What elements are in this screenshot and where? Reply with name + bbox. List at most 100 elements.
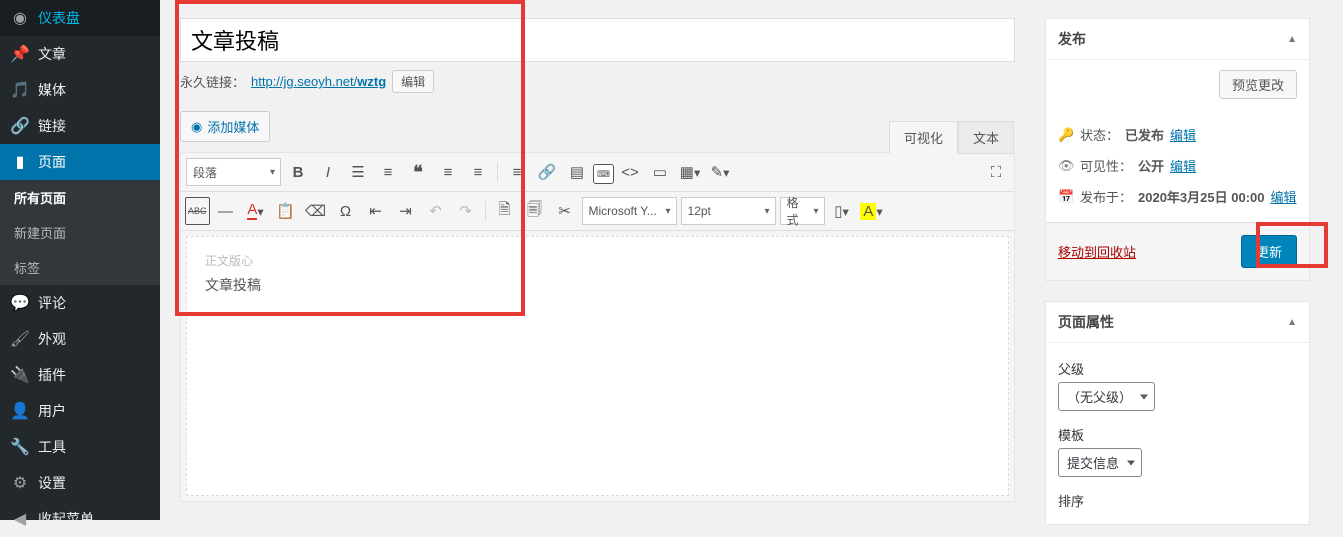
insert-more-button[interactable]: ▤ <box>563 158 591 186</box>
move-to-trash-link[interactable]: 移动到回收站 <box>1058 242 1136 261</box>
align-center-button[interactable]: ≡ <box>464 158 492 186</box>
sidebar-sub-tags[interactable]: 标签 <box>0 250 160 285</box>
comment-icon: 💬 <box>10 293 30 313</box>
box1-button[interactable]: ▭ <box>646 158 674 186</box>
redo-button[interactable]: ↷ <box>452 197 480 225</box>
preview-button[interactable]: 预览更改 <box>1219 70 1297 99</box>
plugin-icon: 🔌 <box>10 365 30 385</box>
sidebar-item-label: 文章 <box>38 44 66 64</box>
permalink-edit-button[interactable]: 编辑 <box>392 70 434 93</box>
sidebar-item-tools[interactable]: 🔧 工具 <box>0 429 160 465</box>
sidebar-item-label: 仪表盘 <box>38 8 80 28</box>
sidebar-item-label: 页面 <box>38 152 66 172</box>
italic-button[interactable]: I <box>314 158 342 186</box>
date-label: 发布于： <box>1080 187 1132 206</box>
sidebar-item-label: 链接 <box>38 116 66 136</box>
blockquote-button[interactable]: ❝ <box>404 158 432 186</box>
font-size-select[interactable]: 12pt <box>681 197 776 225</box>
table-button[interactable]: ▦▾ <box>676 158 704 186</box>
text-color-button[interactable]: A▾ <box>242 197 270 225</box>
status-label: 状态： <box>1080 125 1119 144</box>
tab-text[interactable]: 文本 <box>958 121 1014 154</box>
sidebar-item-appearance[interactable]: 🖌 外观 <box>0 321 160 357</box>
sidebar-item-posts[interactable]: 📌 文章 <box>0 36 160 72</box>
outdent-button[interactable]: ⇤ <box>362 197 390 225</box>
strikethrough-button[interactable]: ABC <box>185 197 210 225</box>
code-button[interactable]: <> <box>616 158 644 186</box>
sidebar-item-label: 插件 <box>38 365 66 385</box>
attrs-title: 页面属性 <box>1058 312 1114 332</box>
date-edit-link[interactable]: 编辑 <box>1271 187 1297 206</box>
tab-visual[interactable]: 可视化 <box>889 121 958 154</box>
undo-button[interactable]: ↶ <box>422 197 450 225</box>
toolbar-toggle-button[interactable]: ⌨ <box>593 164 614 184</box>
publish-title: 发布 <box>1058 29 1086 49</box>
copy-button[interactable]: 🗐 <box>521 197 549 225</box>
style-select[interactable]: 格式 <box>780 197 825 225</box>
toolbar-row-1: 段落 B I ☰ ≡ ❝ ≡ ≡ ≡ 🔗 ▤ ⌨ <> ▭ ▦▾ ✎▾ ⛶ <box>181 153 1014 192</box>
format-select[interactable]: 段落 <box>186 158 281 186</box>
wrench-icon: 🔧 <box>10 437 30 457</box>
number-list-button[interactable]: ≡ <box>374 158 402 186</box>
permalink-url[interactable]: http://jg.seoyh.net/wztg <box>251 74 386 89</box>
sidebar-item-pages[interactable]: ▮页面 <box>0 144 160 180</box>
pin-icon: 📌 <box>10 44 30 64</box>
post-title-input[interactable] <box>180 18 1015 62</box>
sidebar-item-dashboard[interactable]: ◉ 仪表盘 <box>0 0 160 36</box>
separator <box>485 201 486 221</box>
add-media-button[interactable]: ◉ 添加媒体 <box>180 111 270 142</box>
hr-button[interactable]: — <box>212 197 240 225</box>
collapse-icon: ◀ <box>10 509 30 529</box>
sidebar-item-comments[interactable]: 💬评论 <box>0 285 160 321</box>
indent-button[interactable]: ⇥ <box>392 197 420 225</box>
sidebar-item-label: 用户 <box>38 401 66 421</box>
special-char-button[interactable]: Ω <box>332 197 360 225</box>
update-button[interactable]: 更新 <box>1241 235 1297 268</box>
editor-placeholder: 正文版心 <box>205 252 990 269</box>
template-select[interactable]: 提交信息 <box>1058 448 1142 477</box>
side-panels: 发布▲ 预览更改 🔑状态：已发布 编辑 👁可见性：公开 编辑 📅发布于：2020… <box>1045 0 1325 525</box>
sidebar-item-label: 设置 <box>38 473 66 493</box>
visibility-value: 公开 <box>1138 156 1164 175</box>
dashboard-icon: ◉ <box>10 8 30 28</box>
sidebar-item-media[interactable]: 🎵媒体 <box>0 72 160 108</box>
sidebar-collapse[interactable]: ◀收起菜单 <box>0 501 160 537</box>
collapse-icon[interactable]: ▲ <box>1287 34 1297 45</box>
collapse-icon[interactable]: ▲ <box>1287 317 1297 328</box>
editor-text: 文章投稿 <box>205 275 990 295</box>
separator <box>497 162 498 182</box>
sidebar-item-links[interactable]: 🔗链接 <box>0 108 160 144</box>
fullscreen-button[interactable]: ⛶ <box>982 158 1010 186</box>
doc-button[interactable]: 🗎 <box>491 197 519 225</box>
sidebar-sub-all-pages[interactable]: 所有页面 <box>0 180 160 215</box>
sidebar-submenu: 所有页面 新建页面 标签 <box>0 180 160 285</box>
sidebar-item-label: 工具 <box>38 437 66 457</box>
sidebar-item-settings[interactable]: ⚙设置 <box>0 465 160 501</box>
visibility-edit-link[interactable]: 编辑 <box>1170 156 1196 175</box>
status-edit-link[interactable]: 编辑 <box>1170 125 1196 144</box>
align-left-button[interactable]: ≡ <box>434 158 462 186</box>
editor-body[interactable]: 正文版心 文章投稿 <box>186 236 1009 496</box>
sidebar-item-plugins[interactable]: 🔌 插件 <box>0 357 160 393</box>
cut-button[interactable]: ✂ <box>551 197 579 225</box>
clear-format-button[interactable]: ⌫ <box>302 197 330 225</box>
sidebar-item-label: 外观 <box>38 329 66 349</box>
media-icon: 🎵 <box>10 80 30 100</box>
date-value: 2020年3月25日 00:00 <box>1138 187 1264 206</box>
order-label: 排序 <box>1058 491 1297 510</box>
toolbar-row-2: ABC — A▾ 📋 ⌫ Ω ⇤ ⇥ ↶ ↷ 🗎 🗐 ✂ Microsoft Y… <box>181 192 1014 231</box>
template-label: 模板 <box>1058 425 1297 444</box>
paste-text-button[interactable]: 📋 <box>272 197 300 225</box>
bg-color-button[interactable]: A▾ <box>858 197 886 225</box>
font-family-select[interactable]: Microsoft Y... <box>582 197 677 225</box>
bullet-list-button[interactable]: ☰ <box>344 158 372 186</box>
bold-button[interactable]: B <box>284 158 312 186</box>
insert-link-button[interactable]: 🔗 <box>533 158 561 186</box>
parent-select[interactable]: （无父级） <box>1058 382 1155 411</box>
sidebar-sub-new-page[interactable]: 新建页面 <box>0 215 160 250</box>
layout-button[interactable]: ▯▾ <box>828 197 856 225</box>
edit-button[interactable]: ✎▾ <box>706 158 734 186</box>
brush-icon: 🖌 <box>10 329 30 349</box>
sidebar-item-users[interactable]: 👤用户 <box>0 393 160 429</box>
align-right-button[interactable]: ≡ <box>503 158 531 186</box>
